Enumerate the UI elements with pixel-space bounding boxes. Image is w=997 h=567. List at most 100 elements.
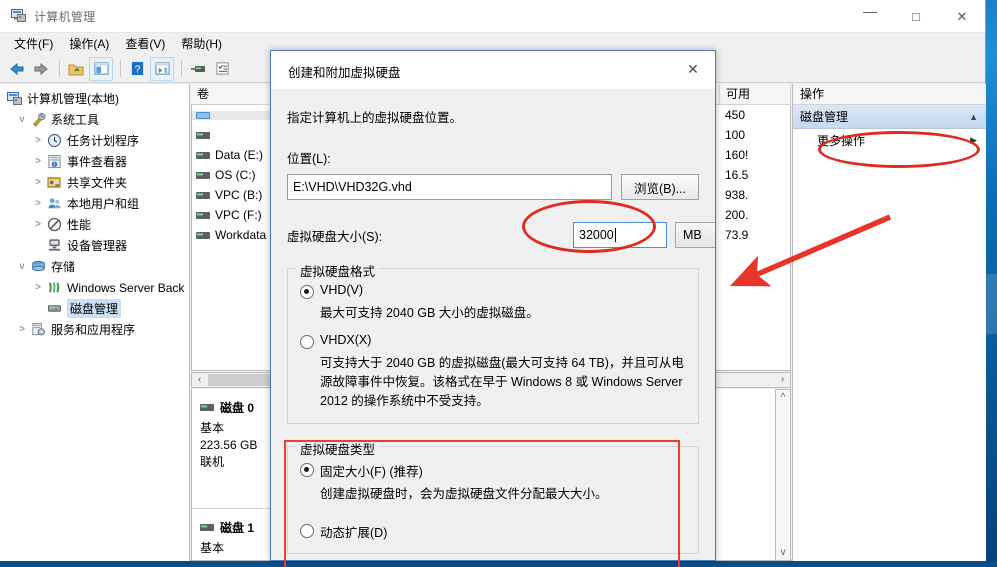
screen: 计算机管理 — □ ✕ 文件(F) 操作(A) 查看(V) 帮助(H) ? 计算… [0,0,997,567]
radio-option-fixed-size[interactable]: 固定大小(F) (推荐) [300,461,686,480]
tree-item-event-viewer[interactable]: > i 事件查看器 [0,151,189,172]
size-unit-value: MB [683,228,702,242]
menu-help[interactable]: 帮助(H) [173,33,230,54]
rescan-disks-icon[interactable] [187,58,209,80]
tree-item-device-manager[interactable]: 设备管理器 [0,235,189,256]
chevron-down-icon[interactable]: v [14,114,30,125]
chevron-right-icon[interactable]: > [30,177,46,188]
dialog-titlebar: 创建和附加虚拟硬盘 ✕ [271,51,715,90]
tree-item-label: 系统工具 [51,113,100,127]
location-label: 位置(L): [287,152,331,166]
console-tree-pane: 计算机管理(本地) v 系统工具 > 任务计划程序 > i 事件查看器 > 共享… [0,84,190,561]
radio-button-dynamic[interactable] [300,524,314,538]
tree-item-disk-management[interactable]: 磁盘管理 [0,298,189,319]
toolbar-separator-2 [120,60,121,77]
dialog-title: 创建和附加虚拟硬盘 [288,66,401,80]
event-viewer-icon: i [46,154,63,170]
tree-item-performance[interactable]: > 性能 [0,214,189,235]
size-input-value: 32000 [579,228,614,242]
chevron-up-icon[interactable]: ▲ [969,112,978,122]
forward-icon[interactable] [30,58,52,80]
radio-button-vhdx[interactable] [300,335,314,349]
volume-free: 16.5 [725,168,749,182]
task-list-icon[interactable] [211,58,233,80]
disk-view-vertical-scrollbar[interactable]: ^ v [775,389,791,561]
window-titlebar: 计算机管理 — □ ✕ [0,0,985,33]
dialog-close-button[interactable]: ✕ [671,51,715,88]
up-folder-icon[interactable] [65,58,87,80]
tools-icon [30,112,47,128]
tree-item-shared-folders[interactable]: > 共享文件夹 [0,172,189,193]
chevron-right-icon[interactable]: > [30,219,46,230]
scroll-up-icon[interactable]: ^ [776,390,790,405]
volume-free: 938. [725,188,749,202]
radio-option-vhd[interactable]: VHD(V) [300,283,686,299]
help-icon[interactable]: ? [126,58,148,80]
chevron-right-icon[interactable]: > [30,198,46,209]
column-header-free[interactable]: 可用 [720,84,791,104]
tree-item-label: 本地用户和组 [67,197,140,211]
dialog-body: 指定计算机上的虚拟硬盘位置。 位置(L): E:\VHD\VHD32G.vhd … [271,90,715,560]
radio-button-fixed-size[interactable] [300,463,314,477]
tree-item-system-tools[interactable]: v 系统工具 [0,109,189,130]
tree-item-services-and-applications[interactable]: > 服务和应用程序 [0,319,189,340]
tree-item-task-scheduler[interactable]: > 任务计划程序 [0,130,189,151]
menu-file[interactable]: 文件(F) [6,33,61,54]
disk-icon [200,524,214,531]
computer-management-icon [6,91,23,107]
tree-item-storage[interactable]: v 存储 [0,256,189,277]
volume-icon [196,131,210,139]
volume-free: 73.9 [725,228,749,242]
dialog-instruction: 指定计算机上的虚拟硬盘位置。 [287,111,463,125]
chevron-right-icon[interactable]: > [30,135,46,146]
size-unit-select[interactable]: MB ⌄ [675,222,715,248]
radio-label-vhdx: VHDX(X) [320,333,372,347]
volume-icon [196,211,210,219]
radio-button-vhd[interactable] [300,285,314,299]
close-button[interactable]: ✕ [939,0,985,32]
scroll-down-icon[interactable]: v [776,545,790,560]
properties-icon[interactable] [150,56,174,81]
maximize-button[interactable]: □ [893,0,939,32]
shared-folders-icon [46,175,63,191]
tree-item-label: 磁盘管理 [67,299,122,318]
disk-name: 磁盘 0 [220,401,255,415]
radio-option-dynamic[interactable]: 动态扩展(D) [300,522,686,541]
chevron-right-icon[interactable]: > [30,156,46,167]
menu-action[interactable]: 操作(A) [61,33,117,54]
show-console-tree-icon[interactable] [89,56,113,81]
chevron-right-icon[interactable]: > [14,324,30,335]
location-input[interactable]: E:\VHD\VHD32G.vhd [287,174,612,200]
menu-view[interactable]: 查看(V) [117,33,173,54]
chevron-down-icon[interactable]: v [14,261,30,272]
vhd-format-legend: 虚拟硬盘格式 [296,261,380,280]
tree-item-computer-management-local[interactable]: 计算机管理(本地) [0,88,189,109]
users-icon [46,196,63,212]
back-icon[interactable] [6,58,28,80]
backup-icon [46,280,63,296]
storage-icon [30,259,47,275]
vhd-hint: 最大可支持 2040 GB 大小的虚拟磁盘。 [320,306,539,320]
fixed-size-hint: 创建虚拟硬盘时，会为虚拟硬盘文件分配最大大小。 [320,487,608,501]
radio-option-vhdx[interactable]: VHDX(X) [300,333,686,349]
actions-group-disk-management[interactable]: 磁盘管理 ▲ [793,105,986,129]
scroll-left-icon[interactable]: ‹ [192,373,207,387]
size-input[interactable]: 32000 [573,222,667,248]
tree-item-windows-server-backup[interactable]: > Windows Server Back [0,277,189,298]
tree-item-label: 任务计划程序 [67,134,140,148]
computer-management-icon [11,9,26,22]
chevron-right-icon[interactable]: > [30,282,46,293]
minimize-button[interactable]: — [847,0,893,32]
tree-item-local-users-and-groups[interactable]: > 本地用户和组 [0,193,189,214]
volume-free: 100 [725,128,746,142]
radio-label-dynamic: 动态扩展(D) [320,526,388,540]
browse-button[interactable]: 浏览(B)... [621,174,699,200]
scroll-right-icon[interactable]: › [775,373,790,387]
text-caret [614,228,616,242]
volume-icon [196,151,210,159]
services-icon [30,322,47,338]
action-item-more-actions[interactable]: 更多操作 ▶ [793,129,986,151]
volume-icon [196,231,210,239]
maximize-icon: □ [912,8,920,24]
tree-item-label: 设备管理器 [67,239,128,253]
